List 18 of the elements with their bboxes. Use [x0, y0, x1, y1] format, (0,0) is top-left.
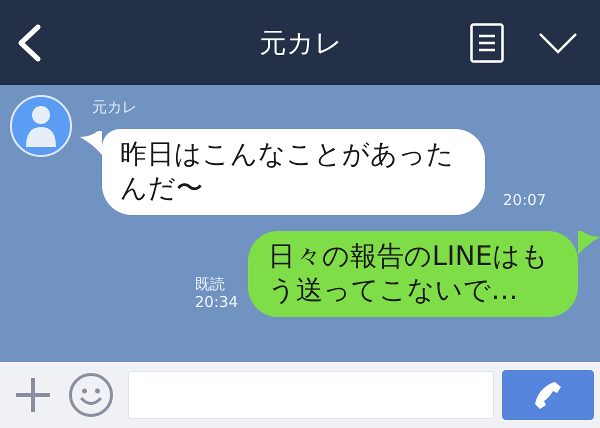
call-button[interactable]: [502, 370, 594, 420]
smiley-icon[interactable]: [68, 372, 114, 418]
chat-title: 元カレ: [258, 26, 344, 60]
plus-icon[interactable]: [14, 376, 52, 414]
message-time: 20:34: [194, 293, 238, 311]
menu-icon[interactable]: [470, 22, 504, 62]
sender-name: 元カレ: [92, 98, 138, 117]
bubble-tail: [80, 131, 102, 155]
message-time: 20:07: [503, 191, 546, 209]
message-input-field[interactable]: [128, 371, 494, 419]
message-bubble: 昨日はこんなことがあったんだ〜: [102, 129, 485, 215]
message-bubble: 日々の報告のLINEはもう送ってこないで…: [248, 231, 578, 317]
phone-icon: [533, 380, 563, 410]
avatar-icon[interactable]: [10, 95, 72, 157]
bubble-tail: [578, 231, 600, 255]
chevron-down-icon[interactable]: [538, 32, 578, 54]
back-icon[interactable]: [16, 24, 42, 62]
read-receipt: 既読: [194, 275, 226, 293]
